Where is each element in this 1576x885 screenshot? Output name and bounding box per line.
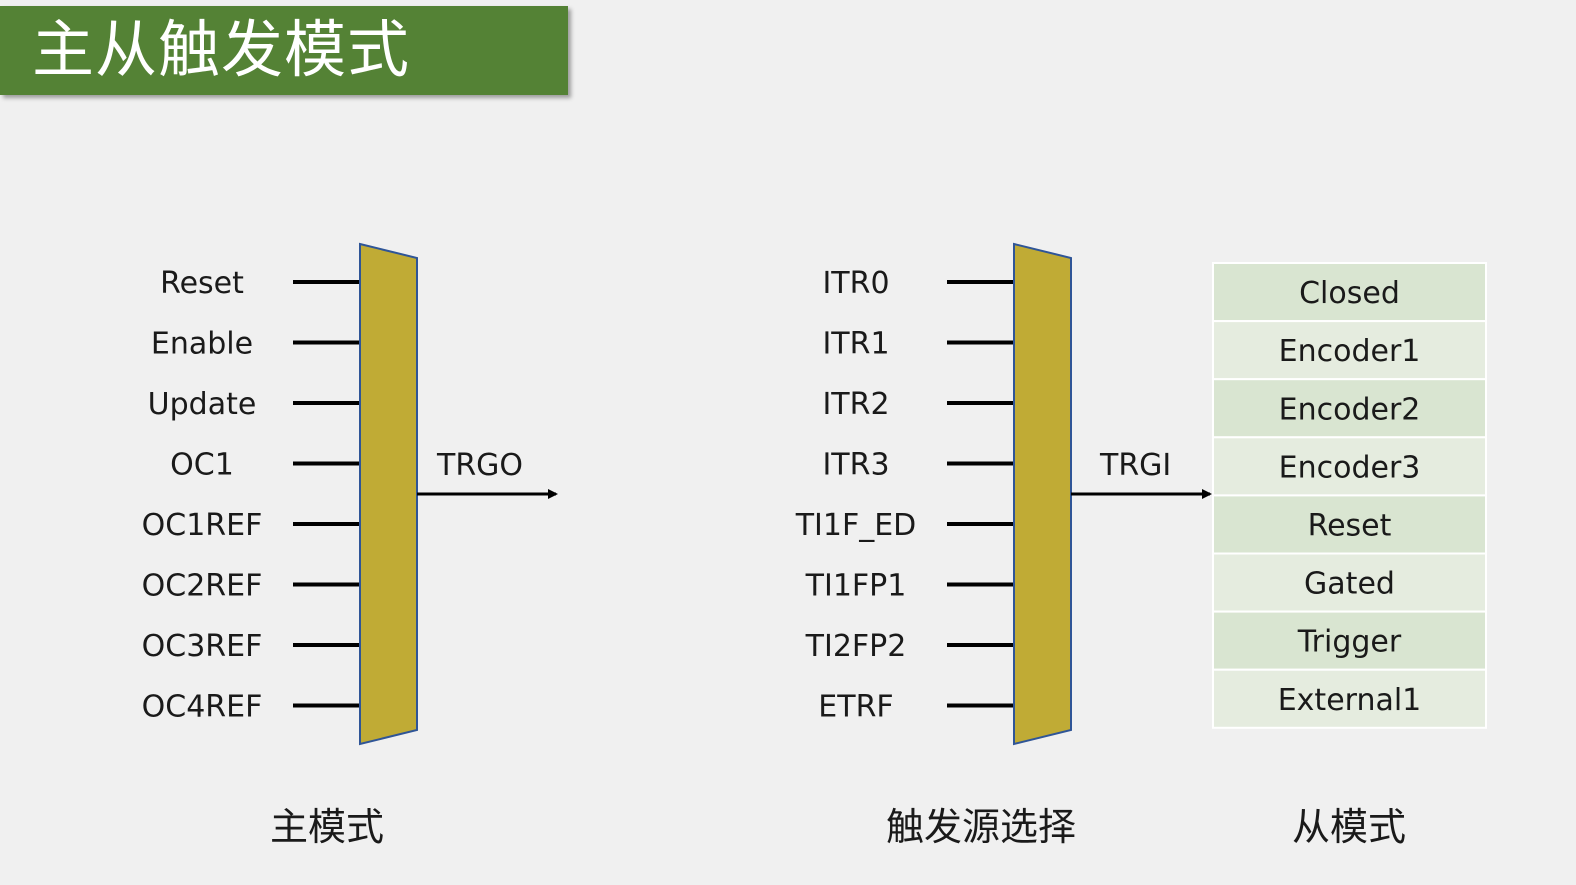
trigger-select-caption: 触发源选择 [886, 805, 1076, 849]
slave-mode-label: Encoder3 [1279, 450, 1421, 485]
master-mode-group: Reset Enable Update OC1 OC1REF OC2REF OC3REF OC… [142, 242, 558, 849]
slave-mode-label: Trigger [1297, 625, 1402, 660]
master-input-label: OC1 [170, 448, 234, 483]
trigger-input-label: TI2FP2 [805, 629, 907, 664]
trigger-mux [1013, 242, 1072, 746]
trigger-diagram: Reset Enable Update OC1 OC1REF OC2REF OC3REF OC… [142, 242, 1487, 849]
master-input-label: OC1REF [142, 508, 263, 543]
trigger-input-label: ITR1 [822, 327, 889, 362]
trigger-input-label: TI1FP1 [805, 569, 907, 604]
slave-mode-label: Closed [1299, 276, 1400, 311]
master-inputs: Reset Enable Update OC1 OC1REF OC2REF OC3REF OC… [142, 266, 360, 725]
trgo-label: TRGO [436, 448, 523, 483]
slave-mode-table: Closed Encoder1 Encoder2 Encoder3 Reset Gated… [1212, 262, 1487, 729]
slave-mode-group: Closed Encoder1 Encoder2 Encoder3 Reset Gated… [1212, 262, 1487, 849]
trgi-label: TRGI [1099, 448, 1171, 483]
master-caption: 主模式 [270, 805, 384, 849]
slave-mode-label: Gated [1304, 567, 1395, 602]
trigger-input-label: ITR2 [822, 387, 889, 422]
slave-mode-label: External1 [1278, 683, 1422, 718]
master-input-label: Enable [151, 327, 253, 362]
slave-mode-label: Encoder2 [1279, 392, 1421, 427]
trigger-input-label: ETRF [818, 690, 893, 725]
trigger-input-label: ITR0 [822, 266, 889, 301]
master-input-label: OC3REF [142, 629, 263, 664]
trigger-input-label: TI1F_ED [795, 508, 917, 543]
trigger-select-group: ITR0ITR1ITR2ITR3TI1F_EDTI1FP1TI2FP2ETRF … [795, 242, 1212, 849]
master-input-label: OC4REF [142, 690, 263, 725]
master-input-label: Update [148, 387, 257, 422]
slave-mode-label: Reset [1308, 508, 1392, 543]
master-mux [359, 242, 418, 746]
trigger-input-label: ITR3 [822, 448, 889, 483]
master-input-label: Reset [160, 266, 244, 301]
slave-caption: 从模式 [1292, 805, 1406, 849]
trigger-inputs: ITR0 ITR1 ITR2 ITR3 TI1F_ED TI1FP1 TI2FP2 ETRF [795, 266, 1014, 725]
slave-mode-label: Encoder1 [1279, 334, 1421, 369]
master-input-label: OC2REF [142, 569, 263, 604]
